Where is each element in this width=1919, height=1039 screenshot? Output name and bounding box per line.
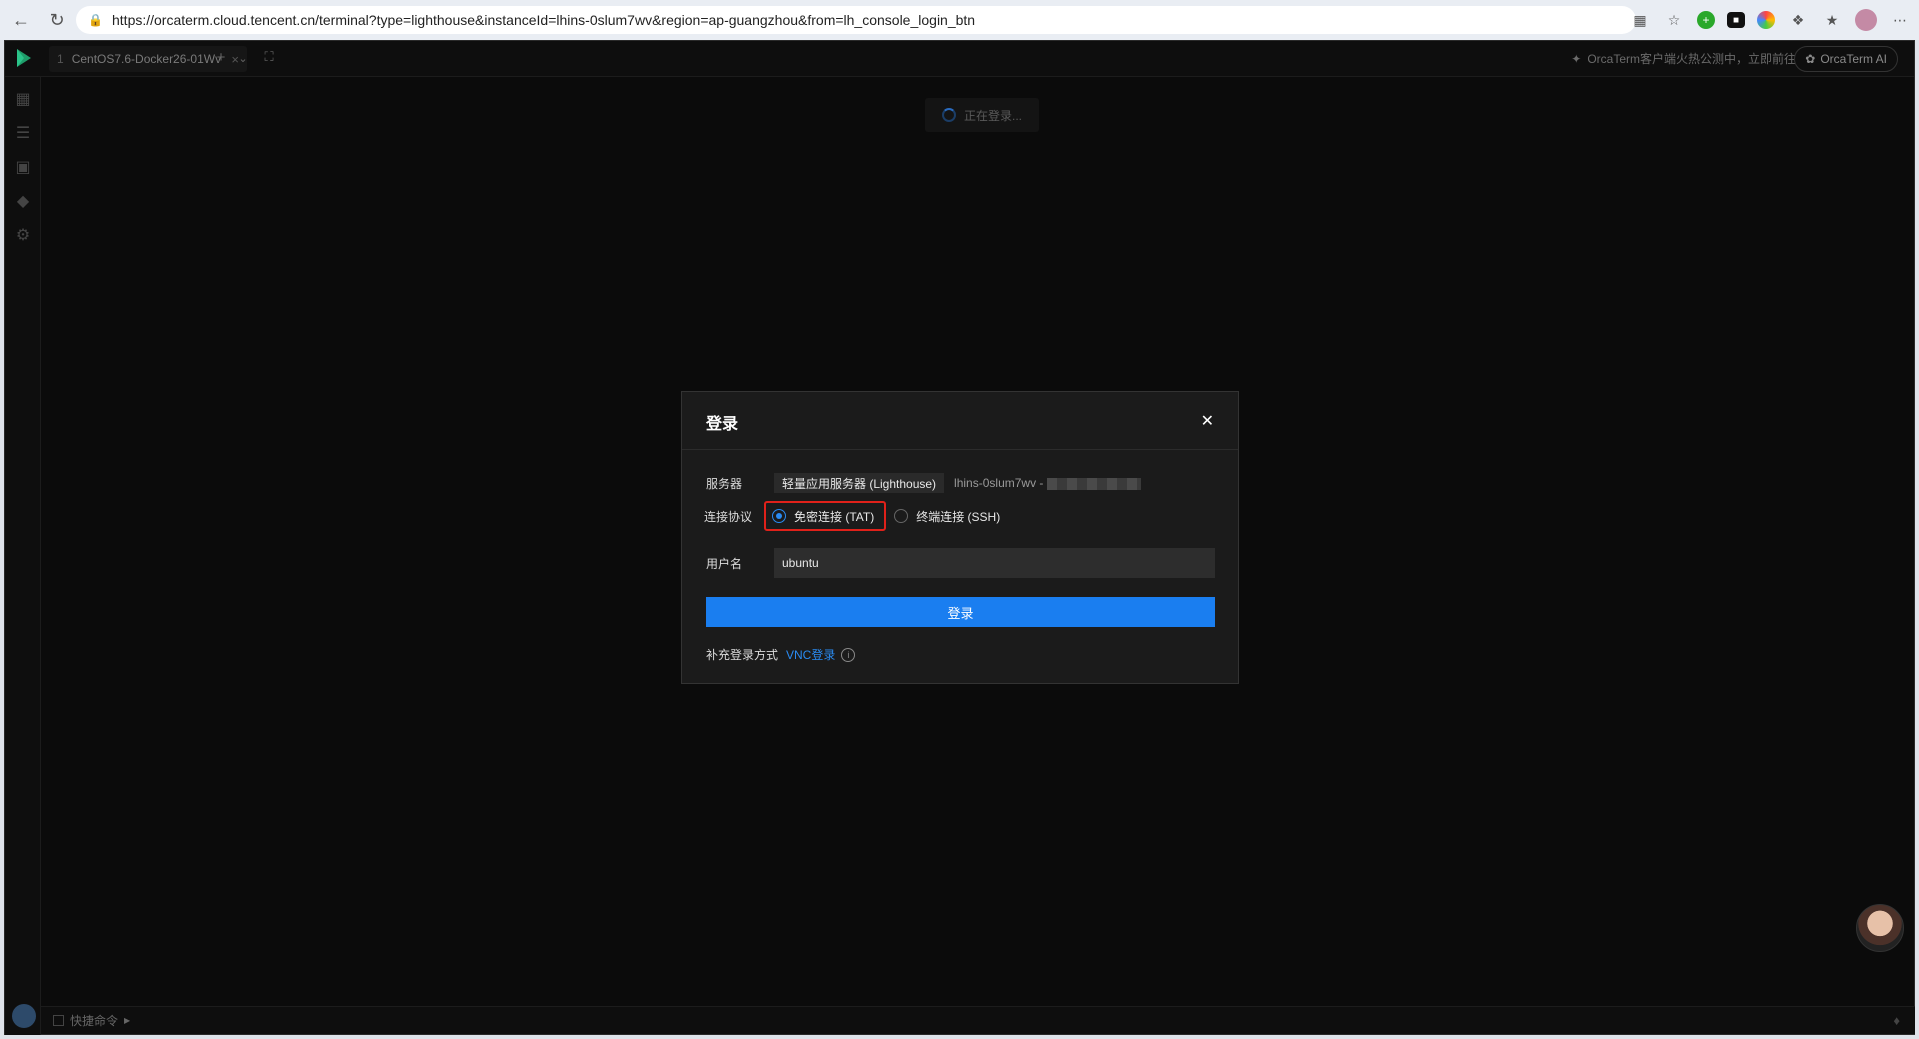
dialog-title: 登录	[706, 416, 739, 433]
chevron-down-icon[interactable]: ⌄	[233, 52, 253, 65]
server-row: 服务器 轻量应用服务器 (Lighthouse) lhins-0slum7wv …	[706, 473, 1142, 493]
profile-avatar[interactable]	[1855, 9, 1877, 31]
radio-tat-indicator[interactable]	[772, 509, 786, 523]
extension-colorful-icon[interactable]	[1757, 11, 1775, 29]
bottom-bar: 快捷命令 ▶	[41, 1006, 1915, 1034]
username-row: 用户名	[706, 548, 1215, 578]
address-bar[interactable]: 🔒 https://orcaterm.cloud.tencent.cn/term…	[76, 6, 1636, 34]
loading-text: 正在登录...	[963, 108, 1022, 123]
new-tab-icon[interactable]: +	[211, 49, 231, 66]
user-avatar[interactable]	[12, 1004, 36, 1028]
login-button[interactable]: 登录	[706, 597, 1215, 627]
username-label: 用户名	[706, 556, 743, 571]
favorite-star-icon[interactable]: ☆	[1663, 9, 1685, 31]
sparkle-icon: ✦	[1571, 51, 1582, 66]
radio-ssh-indicator[interactable]	[894, 509, 909, 523]
back-icon[interactable]: ←	[6, 5, 36, 35]
extensions-puzzle-icon[interactable]: ❖	[1787, 9, 1809, 31]
bell-icon[interactable]: ♦	[1893, 1013, 1900, 1028]
caret-right-icon[interactable]: ▶	[124, 1016, 130, 1025]
radio-ssh[interactable]: 终端连接 (SSH)	[894, 508, 1000, 525]
server-type-tag: 轻量应用服务器 (Lighthouse)	[774, 473, 945, 493]
close-icon[interactable]: ✕	[1201, 414, 1214, 430]
shortcut-commands-label[interactable]: 快捷命令	[70, 1012, 118, 1029]
extension-dark-icon[interactable]: ■	[1727, 12, 1745, 28]
masked-ip	[1047, 477, 1142, 490]
promo-text: OrcaTerm客户端火热公测中，立即前往	[1587, 52, 1796, 66]
login-dialog: 登录 ✕ 服务器 轻量应用服务器 (Lighthouse) lhins-0slu…	[681, 391, 1239, 684]
ai-button-label: OrcaTerm AI	[1820, 52, 1887, 66]
reload-icon[interactable]: ↻	[42, 5, 72, 35]
alt-login-row: 补充登录方式 VNC登录 i	[706, 646, 856, 663]
instance-id: lhins-0slum7wv -	[954, 476, 1142, 490]
server-list-icon[interactable]: ☰	[13, 123, 33, 143]
plugin-icon[interactable]: ◆	[13, 191, 33, 211]
app-topbar: 1 CentOS7.6-Docker26-01Wv × + ⌄ ⛶ ✦ Orca…	[5, 41, 1914, 77]
browser-extensions: ▦ ☆ + ■ ❖ ★ ⋯	[1629, 6, 1911, 34]
radio-tat-label[interactable]: 免密连接 (TAT)	[794, 508, 874, 525]
instance-id-text: lhins-0slum7wv -	[954, 476, 1044, 490]
tab-number: 1	[57, 52, 64, 66]
protocol-label: 连接协议	[704, 509, 753, 524]
url-text: https://orcaterm.cloud.tencent.cn/termin…	[112, 12, 976, 28]
radio-ssh-label[interactable]: 终端连接 (SSH)	[916, 508, 1000, 525]
more-menu-icon[interactable]: ⋯	[1889, 9, 1911, 31]
spinner-icon	[941, 108, 956, 122]
promo-banner[interactable]: ✦ OrcaTerm客户端火热公测中，立即前往	[1571, 50, 1796, 67]
app-view-icon[interactable]: ▦	[1629, 9, 1651, 31]
file-manager-icon[interactable]: ▣	[13, 157, 33, 177]
orcaterm-logo-icon	[17, 49, 31, 67]
fullscreen-icon[interactable]: ⛶	[259, 49, 279, 65]
left-sidebar: ▦ ☰ ▣ ◆ ⚙	[5, 77, 41, 1035]
browser-toolbar: ← ↻ 🔒 https://orcaterm.cloud.tencent.cn/…	[0, 0, 1919, 40]
settings-gear-icon[interactable]: ⚙	[13, 225, 33, 245]
dialog-header: 登录 ✕	[682, 392, 1238, 450]
info-icon[interactable]: i	[841, 647, 856, 662]
ai-icon: ✿	[1805, 52, 1816, 66]
protocol-row: 连接协议 免密连接 (TAT) 终端连接 (SSH)	[704, 501, 1000, 531]
shortcut-icon	[53, 1015, 64, 1026]
alt-login-label: 补充登录方式	[706, 648, 779, 662]
server-label: 服务器	[706, 476, 743, 491]
lock-icon[interactable]: 🔒	[88, 13, 106, 27]
radio-tat[interactable]: 免密连接 (TAT)	[764, 501, 887, 531]
orcaterm-ai-button[interactable]: ✿ OrcaTerm AI	[1794, 46, 1898, 72]
dashboard-grid-icon[interactable]: ▦	[13, 89, 33, 109]
login-loading-toast: 正在登录...	[925, 98, 1039, 132]
tab-title: CentOS7.6-Docker26-01Wv	[71, 52, 222, 66]
username-input[interactable]	[774, 548, 1215, 578]
vnc-login-link[interactable]: VNC登录	[786, 646, 835, 663]
extension-green-icon[interactable]: +	[1697, 11, 1715, 29]
assistant-avatar[interactable]	[1856, 904, 1904, 952]
favorites-icon[interactable]: ★	[1821, 9, 1843, 31]
